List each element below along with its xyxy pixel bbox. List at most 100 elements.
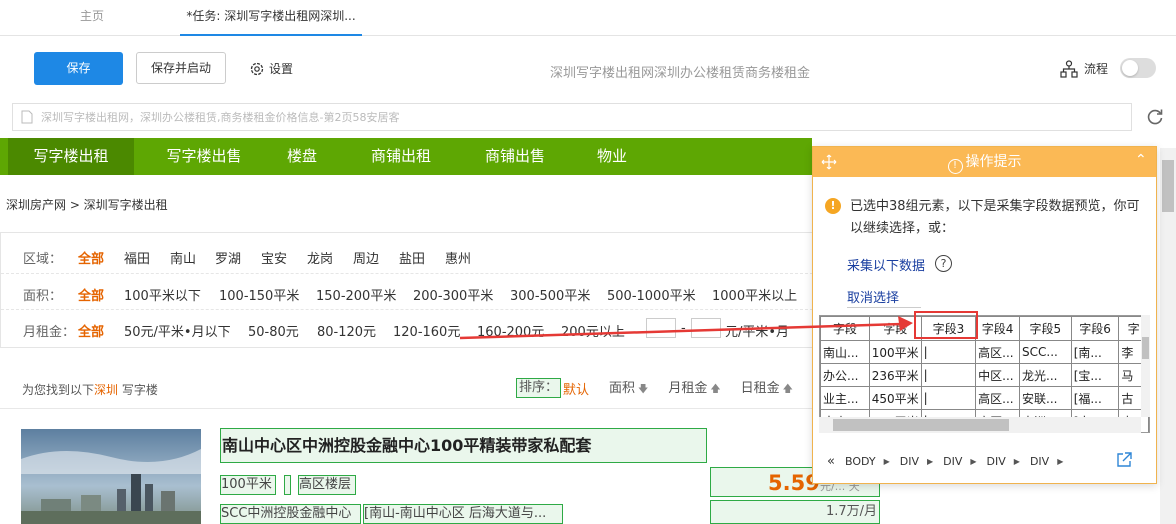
listing-monthly-rent: 1.7万/月 bbox=[710, 500, 880, 524]
filter-option[interactable]: 200-300平米 bbox=[413, 285, 493, 304]
filter-option-selected[interactable]: 全部 bbox=[78, 285, 104, 304]
filter-option[interactable]: 150-200平米 bbox=[316, 285, 396, 304]
preview-header-cell[interactable]: 字段6 bbox=[1070, 316, 1120, 341]
filter-option[interactable]: 龙岗 bbox=[307, 248, 333, 267]
preview-header-cell[interactable]: 字段 bbox=[820, 316, 870, 341]
result-suffix: 写字楼 bbox=[121, 383, 158, 397]
sort-label: 排序： bbox=[516, 378, 562, 398]
arrow-up-icon: 🡅 bbox=[710, 384, 721, 395]
refresh-icon[interactable] bbox=[1145, 107, 1165, 127]
collect-data-link[interactable]: 采集以下数据 bbox=[847, 255, 925, 274]
data-preview-table: 字段 字段 字段3 字段4 字段5 字段6 字 南山... 100平米 | 高区...… bbox=[819, 315, 1150, 433]
filter-option[interactable]: 罗湖 bbox=[215, 248, 241, 267]
flow-button[interactable]: 流程 bbox=[1060, 59, 1108, 79]
table-horizontal-scroll-thumb[interactable] bbox=[833, 419, 1009, 431]
filter-option[interactable]: 南山 bbox=[170, 248, 196, 267]
preview-header-cell[interactable]: 字段4 bbox=[975, 316, 1021, 341]
sort-daily-rent[interactable]: 日租金 🡅 bbox=[741, 377, 793, 399]
filter-option[interactable]: 50-80元 bbox=[248, 321, 299, 340]
table-cell: | bbox=[920, 363, 977, 387]
filter-option[interactable]: 盐田 bbox=[399, 248, 425, 267]
filter-row-region: 区域： 全部 福田 南山 罗湖 宝安 龙岗 周边 盐田 惠州 bbox=[1, 237, 813, 273]
flow-label: 流程 bbox=[1084, 62, 1109, 76]
filter-option[interactable]: 300-500平米 bbox=[510, 285, 590, 304]
table-vertical-scrollbar[interactable] bbox=[1141, 315, 1150, 417]
min-price-input[interactable] bbox=[646, 318, 676, 338]
filter-option[interactable]: 120-160元 bbox=[393, 321, 460, 340]
element-path: « BODY ▶ DIV ▶ DIV ▶ DIV ▶ DIV ▶ bbox=[827, 453, 1063, 469]
external-link-icon[interactable] bbox=[1115, 451, 1133, 469]
divider bbox=[0, 408, 812, 409]
filter-option-selected[interactable]: 全部 bbox=[78, 248, 104, 267]
nav-property[interactable]: 物业 bbox=[584, 138, 640, 175]
table-cell: 业主... bbox=[820, 386, 870, 410]
tab-home[interactable]: 主页 bbox=[60, 0, 124, 36]
listing-title[interactable]: 南山中心区中洲控股金融中心100平精装带家私配套 bbox=[220, 428, 707, 463]
filter-option[interactable]: 宝安 bbox=[261, 248, 287, 267]
result-city[interactable]: 深圳 bbox=[94, 383, 118, 397]
path-crumb[interactable]: DIV bbox=[1030, 455, 1049, 468]
listing-floor: 高区楼层 bbox=[298, 475, 356, 495]
filter-option[interactable]: 100-150平米 bbox=[219, 285, 299, 304]
filter-row-rent: 月租金： 全部 50元/平米•月以下 50-80元 80-120元 120-16… bbox=[1, 309, 813, 345]
table-row: 业主... 450平米 | 高区... 安联... [福... 古 bbox=[820, 386, 1149, 410]
preview-header-cell[interactable]: 字段5 bbox=[1019, 316, 1072, 341]
sort-monthly-rent[interactable]: 月租金 🡅 bbox=[668, 377, 720, 399]
collapse-icon[interactable]: ⌃ bbox=[1135, 153, 1149, 167]
filter-option[interactable]: 惠州 bbox=[445, 248, 471, 267]
save-and-start-button[interactable]: 保存并启动 bbox=[136, 52, 226, 84]
url-bar[interactable]: 深圳写字楼出租网，深圳办公楼租赁,商务楼租金价格信息-第2页58安居客 bbox=[12, 103, 1132, 131]
path-crumb[interactable]: DIV bbox=[900, 455, 919, 468]
filter-option[interactable]: 160-200元 bbox=[477, 321, 544, 340]
table-cell: 100平米 bbox=[868, 340, 922, 364]
sort-area[interactable]: 面积 🡇 bbox=[609, 377, 648, 399]
path-crumb[interactable]: DIV bbox=[943, 455, 962, 468]
listing-photo[interactable] bbox=[21, 429, 201, 524]
table-vertical-scroll-thumb[interactable] bbox=[1142, 337, 1149, 359]
settings-button[interactable]: 设置 bbox=[249, 60, 293, 78]
filter-option[interactable]: 500-1000平米 bbox=[607, 285, 696, 304]
settings-label: 设置 bbox=[269, 62, 294, 76]
chevron-double-left-icon[interactable]: « bbox=[827, 454, 835, 469]
filter-option[interactable]: 周边 bbox=[353, 248, 379, 267]
nav-buildings[interactable]: 楼盘 bbox=[270, 138, 334, 175]
page-scrollbar-thumb[interactable] bbox=[1162, 160, 1174, 212]
arrow-up-icon: 🡅 bbox=[782, 384, 793, 395]
preview-header-row: 字段 字段 字段3 字段4 字段5 字段6 字 bbox=[820, 316, 1149, 341]
listing-area: 100平米 bbox=[220, 475, 276, 495]
nav-office-sale[interactable]: 写字楼出售 bbox=[150, 138, 258, 175]
filter-option[interactable]: 福田 bbox=[124, 248, 150, 267]
sort-area-label: 面积 bbox=[609, 381, 636, 396]
flow-toggle[interactable] bbox=[1120, 58, 1156, 78]
filter-option[interactable]: 100平米以下 bbox=[124, 285, 201, 304]
path-crumb[interactable]: BODY bbox=[845, 455, 876, 468]
path-crumb[interactable]: DIV bbox=[987, 455, 1006, 468]
result-count-line: 为您找到以下深圳 写字楼 bbox=[22, 381, 158, 398]
operation-tip-panel: ! 操作提示 ⌃ ! 已选中38组元素，以下是采集字段数据预览，你可以继续选择，或… bbox=[812, 146, 1157, 484]
save-button[interactable]: 保存 bbox=[34, 52, 123, 85]
nav-office-rent[interactable]: 写字楼出租 bbox=[8, 138, 134, 175]
cancel-selection-link[interactable]: 取消选择 bbox=[847, 287, 899, 306]
result-prefix: 为您找到以下 bbox=[22, 383, 95, 397]
table-cell: 办公... bbox=[820, 363, 870, 387]
nav-shop-rent[interactable]: 商铺出租 bbox=[356, 138, 446, 175]
panel-title-text: 操作提示 bbox=[965, 154, 1022, 170]
max-price-input[interactable] bbox=[691, 318, 721, 338]
table-cell: 高区... bbox=[975, 386, 1021, 410]
page-title: 深圳写字楼出租网深圳办公楼租赁商务楼租金 bbox=[549, 66, 810, 81]
info-icon: ! bbox=[947, 159, 963, 174]
nav-shop-sale[interactable]: 商铺出售 bbox=[470, 138, 560, 175]
filter-option[interactable]: 200元以上 bbox=[561, 321, 625, 340]
filter-option[interactable]: 80-120元 bbox=[317, 321, 376, 340]
sort-default[interactable]: 默认 bbox=[563, 379, 589, 398]
filter-option[interactable]: 50元/平米•月以下 bbox=[124, 321, 231, 340]
panel-message: 已选中38组元素，以下是采集字段数据预览，你可以继续选择，或： bbox=[850, 199, 1140, 236]
table-cell: 龙光... bbox=[1019, 363, 1072, 387]
listing-building[interactable]: SCC中洲控股金融中心 bbox=[220, 504, 361, 524]
filter-option[interactable]: 1000平米以上 bbox=[712, 285, 797, 304]
filter-option-selected[interactable]: 全部 bbox=[78, 321, 104, 340]
tab-task[interactable]: *任务: 深圳写字楼出租网深圳... bbox=[180, 0, 362, 36]
chevron-right-icon: ▶ bbox=[970, 456, 977, 466]
help-icon[interactable]: ? bbox=[935, 255, 952, 272]
tab-bar: 主页 *任务: 深圳写字楼出租网深圳... bbox=[0, 0, 1176, 36]
